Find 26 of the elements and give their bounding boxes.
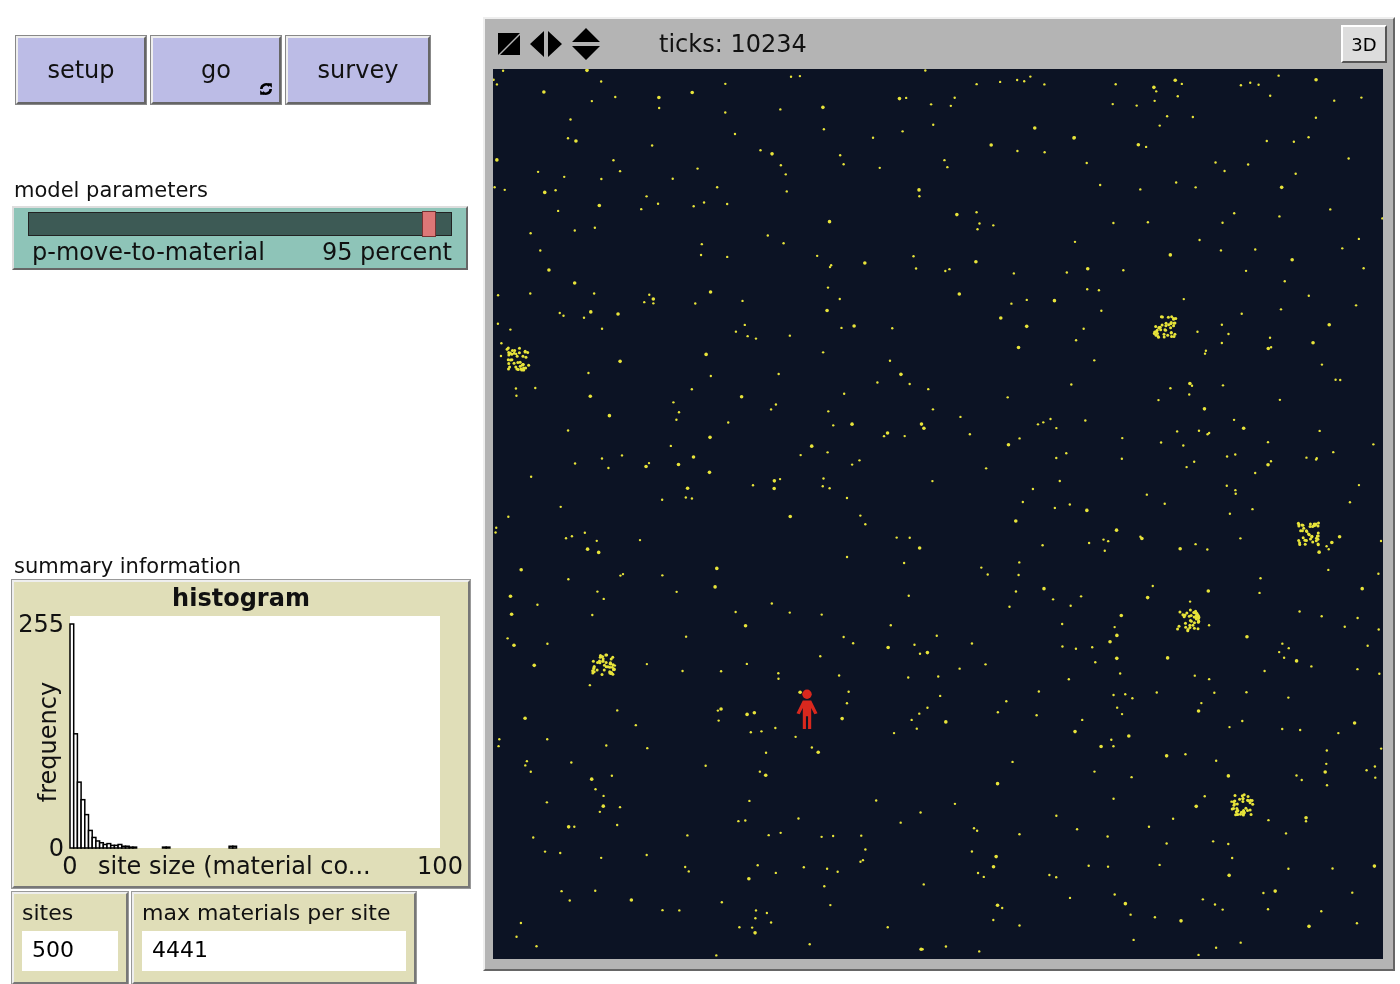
section-label: summary information	[14, 554, 242, 578]
slider-value: 95 percent	[321, 238, 452, 266]
3d-view-button[interactable]: 3D	[1341, 25, 1387, 63]
slider-thumb[interactable]	[421, 211, 436, 237]
monitor-value: 500	[22, 931, 118, 971]
y-axis-label: frequency	[34, 681, 62, 803]
slider-label: p-move-to-material	[32, 238, 265, 266]
x-tick-label: 0	[62, 852, 78, 880]
left-right-arrows-icon[interactable]	[529, 30, 563, 58]
y-tick-label: 255	[18, 612, 64, 638]
x-axis-label: site size (material co...	[98, 852, 371, 880]
command-button[interactable]: setup	[16, 36, 146, 104]
section-label: model parameters	[14, 178, 209, 202]
slider-track[interactable]	[28, 212, 452, 236]
x-tick-label: 100	[417, 852, 463, 880]
plot-title: histogram	[171, 583, 311, 612]
y-tick-label: 0	[48, 834, 64, 862]
monitor-value: 4441	[142, 931, 406, 971]
monitor-label: max materials per site	[142, 900, 392, 925]
command-button[interactable]: survey	[286, 36, 430, 104]
up-down-arrows-icon[interactable]	[571, 27, 601, 61]
edges-icon[interactable]	[497, 32, 521, 56]
person-icon	[794, 689, 820, 731]
forever-button[interactable]: go	[151, 36, 281, 104]
monitor-label: sites	[22, 900, 75, 925]
tick-counter: ticks: 10234	[659, 30, 807, 58]
